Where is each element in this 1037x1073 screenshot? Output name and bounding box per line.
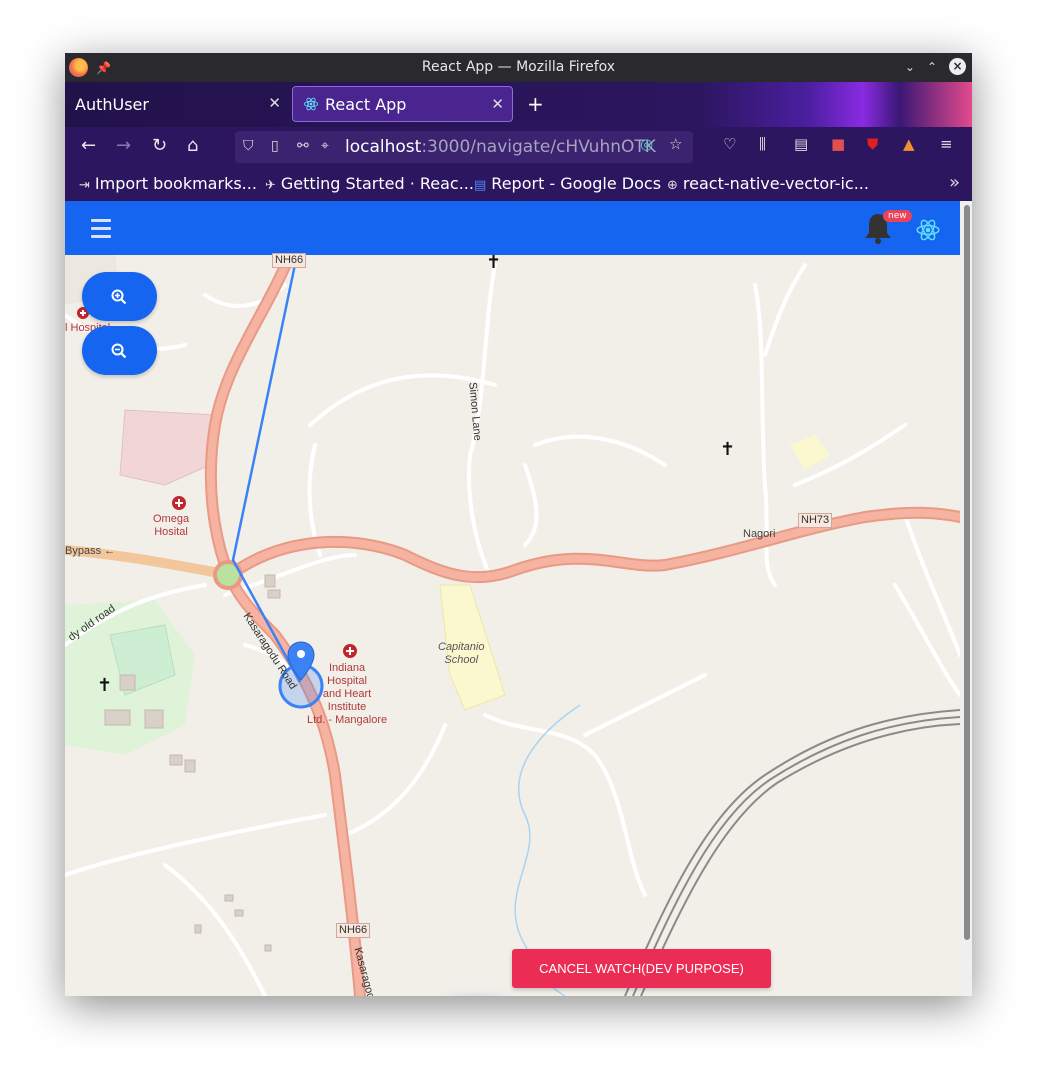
import-icon: ⇥ (79, 178, 90, 193)
svg-text:✝: ✝ (720, 439, 735, 460)
notification-badge: new (883, 210, 912, 222)
bookmarks-bar: ⇥ Import bookmarks... ✈ Getting Started · … (65, 167, 972, 201)
globe-icon: ⊕ (667, 178, 678, 193)
close-window-icon[interactable]: × (949, 58, 966, 75)
place-omega-hospital[interactable]: Omega Hosital (153, 513, 189, 539)
tab-label: React App (325, 94, 407, 114)
shield-icon[interactable]: ⛉ (243, 138, 254, 154)
zoom-in-button[interactable] (82, 272, 157, 321)
zoom-out-icon (111, 343, 127, 359)
location-icon[interactable]: ⌖ (321, 138, 329, 154)
map-view[interactable]: ✝ ✝ ✝ NH66 NH66 NH73 Bypass ← Kasaragodu… (65, 249, 966, 996)
close-tab-icon[interactable]: ✕ (491, 95, 504, 113)
page-icon: ▯ (271, 138, 279, 154)
map-tiles[interactable]: ✝ ✝ ✝ (65, 249, 966, 996)
place-indiana-hospital[interactable]: Indiana Hospital and Heart Institute Ltd… (307, 662, 387, 727)
permissions-icon[interactable]: ⚯ (297, 138, 309, 154)
hamburger-menu-icon[interactable] (91, 219, 111, 243)
chevron-more-icon[interactable]: » (949, 172, 960, 193)
metamask-icon[interactable]: ▲ (903, 135, 915, 153)
zoom-out-button[interactable] (82, 326, 157, 375)
road-label-nh73: NH73 (798, 513, 833, 528)
svg-text:✝: ✝ (486, 255, 501, 273)
bookmark-report[interactable]: ▤ Report - Google Docs (474, 174, 661, 193)
new-tab-icon[interactable]: + (527, 92, 544, 116)
scrollbar-thumb[interactable] (964, 205, 970, 940)
react-logo-icon (916, 219, 940, 241)
road-label-bypass: Bypass ← (65, 545, 116, 557)
home-icon[interactable]: ⌂ (187, 135, 198, 156)
bookmark-star-icon[interactable]: ☆ (669, 135, 682, 153)
place-capitanio-school[interactable]: Capitanio School (438, 641, 484, 667)
maximize-icon[interactable]: ⌃ (927, 60, 937, 74)
react-icon (303, 97, 319, 111)
browser-window: 📌 React App — Mozilla Firefox ⌄ ⌃ × Auth… (65, 53, 972, 996)
extension-puzzle-icon[interactable]: ■ (831, 135, 845, 153)
tab-label: AuthUser (75, 94, 149, 114)
rocket-icon: ✈ (265, 178, 276, 193)
ublock-icon[interactable]: ⛊ (867, 135, 878, 153)
close-tab-icon[interactable]: ✕ (268, 94, 281, 112)
tab-react-app[interactable]: React App ✕ (292, 86, 513, 122)
bookmark-vector-icons[interactable]: ⊕ react-native-vector-ic... (667, 174, 869, 193)
zoom-in-icon (111, 289, 127, 305)
window-title: React App — Mozilla Firefox (421, 59, 616, 75)
sidebar-icon[interactable]: ▤ (794, 135, 808, 153)
url-host: localhost (345, 137, 422, 157)
reload-icon[interactable]: ↻ (152, 135, 167, 156)
tab-authuser[interactable]: AuthUser ✕ (65, 86, 289, 122)
cancel-watch-button[interactable]: CANCEL WATCH(DEV PURPOSE) (512, 949, 771, 988)
page-content: new ✝ ✝ ✝ NH66 NH66 NH73 Bypass ← Kasara… (65, 201, 972, 996)
minimize-icon[interactable]: ⌄ (905, 60, 915, 74)
bookmark-import[interactable]: ⇥ Import bookmarks... (79, 174, 257, 193)
title-bar: 📌 React App — Mozilla Firefox ⌄ ⌃ × (65, 53, 972, 82)
url-path: :3000/navigate/cHVuhnOTK (421, 137, 656, 157)
page-scrollbar[interactable] (962, 201, 972, 996)
road-label-nh66-bottom: NH66 (336, 923, 371, 938)
url-bar[interactable]: ⛉ ▯ ⚯ ⌖ localhost:3000/navigate/cHVuhnOT… (235, 131, 693, 163)
tab-bar: AuthUser ✕ React App ✕ + (65, 82, 972, 127)
app-header: new (65, 201, 960, 255)
menu-icon[interactable]: ≡ (940, 135, 953, 153)
road-label-nh66-top: NH66 (272, 253, 307, 268)
extension-icon[interactable]: ◎ (640, 135, 653, 153)
place-nagori: Nagori (743, 528, 776, 540)
bookmark-getting-started[interactable]: ✈ Getting Started · Reac... (265, 174, 474, 193)
docs-icon: ▤ (474, 178, 487, 193)
library-icon[interactable]: ⫼ (759, 135, 766, 153)
svg-text:✝: ✝ (97, 675, 112, 696)
back-icon[interactable]: ← (81, 135, 96, 156)
pocket-icon[interactable]: ♡ (723, 135, 736, 153)
forward-icon[interactable]: → (116, 135, 131, 156)
nav-bar: ← → ↻ ⌂ ⛉ ▯ ⚯ ⌖ localhost:3000/navigate/… (65, 127, 972, 167)
